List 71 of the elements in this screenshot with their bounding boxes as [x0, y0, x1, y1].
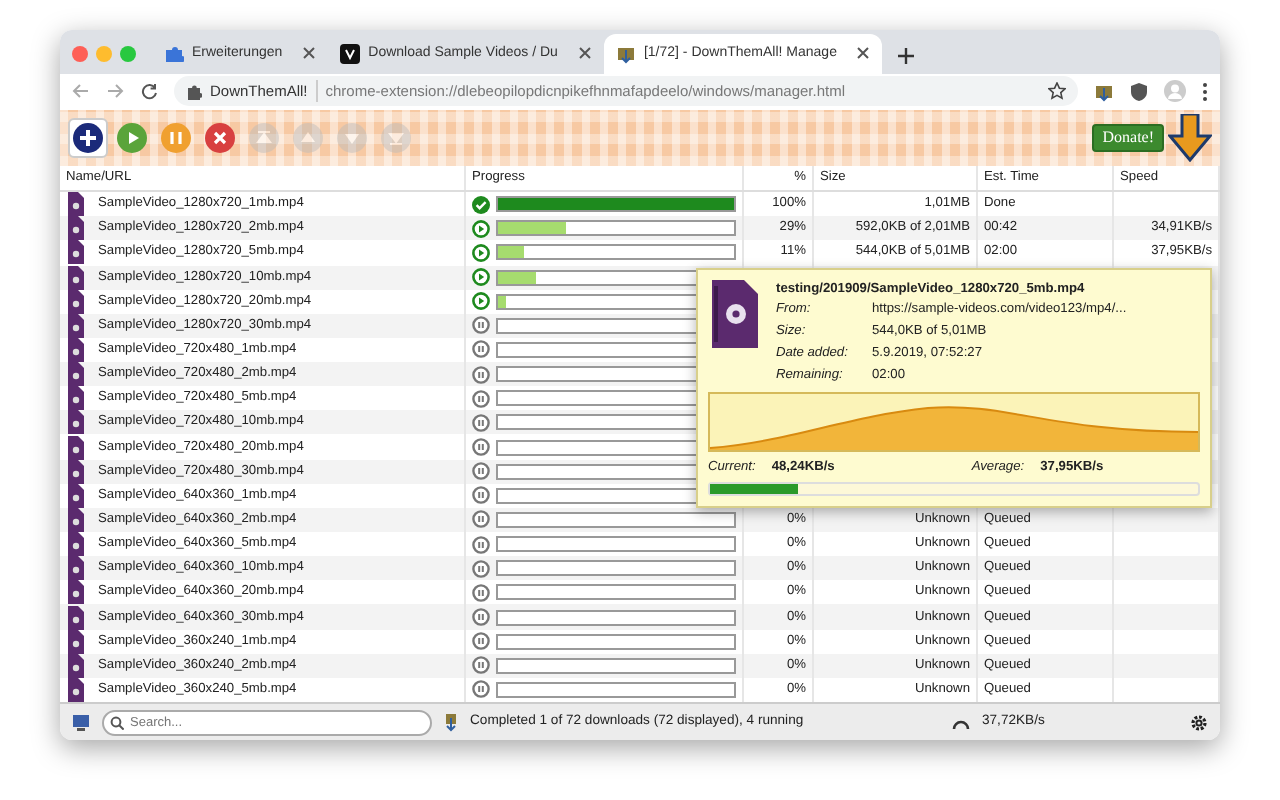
pause-icon — [472, 583, 490, 602]
move-up-icon — [292, 121, 324, 154]
close-icon[interactable] — [856, 46, 871, 61]
puzzle-icon — [186, 83, 202, 100]
pause-icon — [160, 121, 192, 154]
pause-icon — [472, 559, 490, 578]
pause-icon — [472, 316, 490, 335]
file-icon — [66, 265, 84, 290]
close-icon[interactable] — [577, 46, 592, 61]
pause-icon — [472, 486, 490, 505]
move-top-icon — [248, 121, 280, 154]
file-icon — [66, 337, 84, 362]
pause-icon — [472, 462, 490, 481]
file-icon — [66, 532, 84, 557]
play-icon — [116, 121, 148, 154]
file-icon — [66, 483, 84, 508]
download-arrow-icon[interactable] — [1168, 113, 1212, 162]
cancel-button[interactable] — [200, 117, 240, 158]
file-icon — [66, 580, 84, 605]
pause-icon — [472, 680, 490, 699]
donate-button[interactable]: Donate! — [1092, 123, 1164, 152]
pause-icon — [472, 438, 490, 457]
move-bottom-icon — [380, 121, 412, 154]
add-icon — [72, 121, 104, 154]
file-icon — [66, 435, 84, 460]
file-icon — [66, 313, 84, 338]
extension-icon[interactable] — [1094, 81, 1114, 102]
search-icon — [110, 715, 124, 730]
play-icon — [472, 243, 490, 262]
file-icon — [66, 629, 84, 654]
reload-icon[interactable] — [140, 82, 158, 101]
pause-icon — [472, 340, 490, 359]
play-icon — [472, 219, 490, 238]
file-icon — [66, 289, 84, 314]
file-icon — [66, 410, 84, 435]
move-down-icon — [336, 121, 368, 154]
file-icon — [66, 507, 84, 532]
pause-icon — [472, 535, 490, 554]
cancel-icon — [204, 121, 236, 154]
play-icon — [472, 268, 490, 287]
menu-icon[interactable] — [1202, 81, 1208, 102]
pause-icon — [472, 510, 490, 529]
speed-gauge-icon — [952, 715, 970, 730]
download-icon — [615, 43, 636, 64]
file-icon — [66, 459, 84, 484]
pause-icon — [472, 413, 490, 432]
file-icon — [66, 386, 84, 411]
pause-icon — [472, 365, 490, 384]
shield-icon[interactable] — [1130, 81, 1148, 102]
pause-icon — [472, 632, 490, 651]
pause-icon — [472, 389, 490, 408]
pause-icon — [472, 656, 490, 675]
close-icon[interactable] — [302, 46, 317, 61]
file-icon — [66, 556, 84, 581]
done-icon — [472, 195, 490, 214]
file-icon — [66, 653, 84, 678]
logo-icon — [340, 43, 361, 64]
add-button[interactable] — [68, 117, 108, 158]
download-status-icon — [444, 713, 458, 732]
star-icon[interactable] — [1048, 82, 1066, 101]
pause-icon — [472, 608, 490, 627]
file-icon — [66, 216, 84, 241]
file-icon — [66, 605, 84, 630]
file-icon — [66, 677, 84, 702]
settings-icon[interactable] — [1190, 713, 1208, 732]
monitor-icon[interactable] — [72, 713, 90, 732]
video-file-icon — [708, 280, 760, 349]
play-icon — [472, 292, 490, 311]
file-icon — [66, 240, 84, 265]
file-icon — [66, 362, 84, 387]
puzzle-icon — [164, 43, 184, 64]
